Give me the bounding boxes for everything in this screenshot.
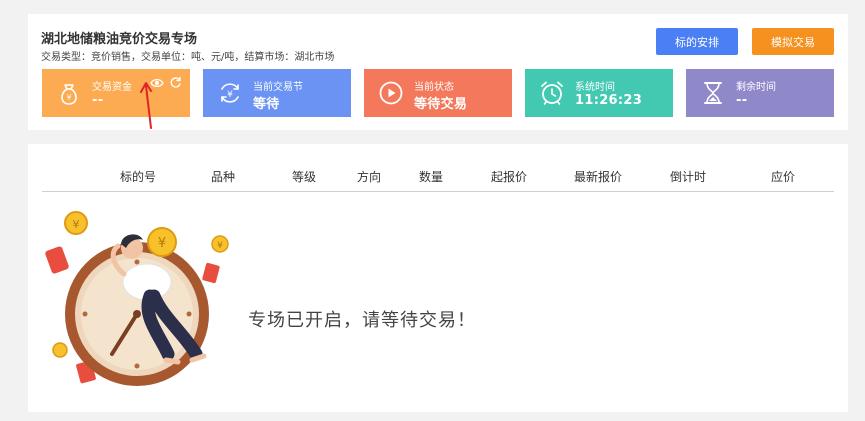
remaining-time-label: 剩余时间 xyxy=(736,82,776,93)
arrange-button[interactable]: 标的安排 xyxy=(656,28,738,55)
svg-text:¥: ¥ xyxy=(227,90,233,100)
system-time-value: 11:26:23 xyxy=(575,93,643,108)
status-value: 等待交易 xyxy=(414,97,468,112)
annotation-arrow-icon xyxy=(140,82,152,129)
col-latest-price: 最新报价 xyxy=(573,170,623,184)
lot-table-panel: 标的号 品种 等级 方向 数量 起报价 最新报价 倒计时 应价 ¥ ¥ ¥ 专场… xyxy=(28,144,848,412)
yuan-cycle-icon: ¥ xyxy=(221,83,239,103)
refresh-icon[interactable] xyxy=(169,76,182,89)
waiting-illustration: ¥ ¥ ¥ xyxy=(45,211,229,386)
funds-value: -- xyxy=(92,93,104,108)
empty-state-message: 专场已开启，请等待交易！ xyxy=(248,310,476,331)
remaining-time-value: -- xyxy=(736,93,748,108)
system-time-card: 系统时间 11:26:23 xyxy=(525,69,673,117)
session-value: 等待 xyxy=(253,97,280,112)
system-time-label: 系统时间 xyxy=(575,82,615,93)
col-quantity: 数量 xyxy=(418,170,444,184)
funds-label: 交易资金 xyxy=(92,82,132,93)
funds-card: ¥ 交易资金 -- xyxy=(42,69,190,117)
svg-text:¥: ¥ xyxy=(158,236,166,251)
play-icon xyxy=(379,81,403,105)
col-lot-number: 标的号 xyxy=(119,170,157,184)
table-header: 标的号 品种 等级 方向 数量 起报价 最新报价 倒计时 应价 xyxy=(42,164,834,192)
money-bag-icon: ¥ xyxy=(61,84,77,105)
col-direction: 方向 xyxy=(356,170,382,184)
alarm-clock-icon xyxy=(541,81,563,105)
simulate-trade-button[interactable]: 模拟交易 xyxy=(752,28,834,55)
col-respond-price: 应价 xyxy=(770,170,796,184)
remaining-time-card: 剩余时间 -- xyxy=(686,69,834,117)
session-card: ¥ 当前交易节 等待 xyxy=(203,69,351,117)
col-grade: 等级 xyxy=(291,170,317,184)
svg-text:¥: ¥ xyxy=(73,218,80,231)
col-countdown: 倒计时 xyxy=(669,170,707,184)
page-title: 湖北地储粮油竞价交易专场 xyxy=(41,32,198,47)
status-card: 当前状态 等待交易 xyxy=(364,69,512,117)
svg-text:¥: ¥ xyxy=(66,93,71,102)
col-start-price: 起报价 xyxy=(490,170,528,184)
col-variety: 品种 xyxy=(210,170,236,184)
trade-info-text: 交易类型：竞价销售，交易单位：吨、元/吨，结算市场：湖北市场 xyxy=(41,52,335,63)
status-label: 当前状态 xyxy=(414,82,454,93)
session-label: 当前交易节 xyxy=(253,82,303,93)
hourglass-icon xyxy=(704,82,722,104)
svg-text:¥: ¥ xyxy=(217,241,223,251)
